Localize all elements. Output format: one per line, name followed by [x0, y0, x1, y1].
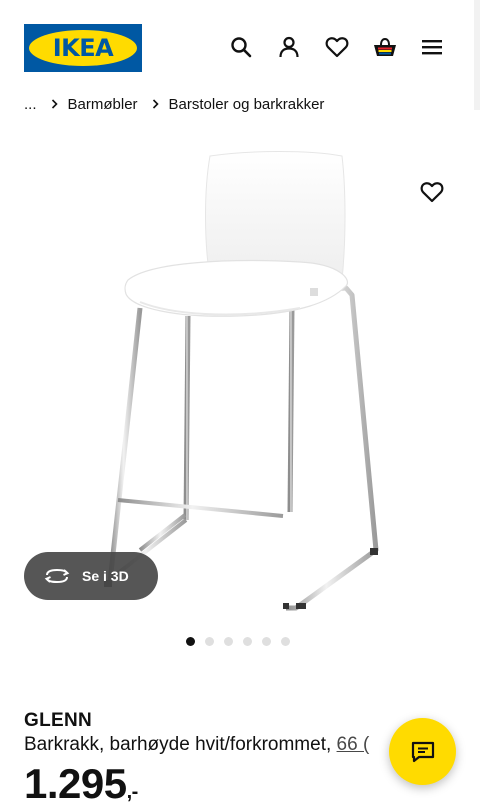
- gallery-pagination: [186, 637, 290, 646]
- gallery-dot[interactable]: [205, 637, 214, 646]
- heart-icon[interactable]: [320, 30, 354, 64]
- favourite-button[interactable]: [414, 174, 450, 210]
- breadcrumb-item-barstoler[interactable]: Barstoler og barkrakker: [169, 96, 325, 113]
- product-image[interactable]: [0, 130, 480, 620]
- gallery-dot[interactable]: [243, 637, 252, 646]
- chevron-right-icon: [152, 99, 159, 109]
- product-description-text: Barkrakk, barhøyde hvit/forkrommet,: [24, 734, 337, 755]
- gallery-dot[interactable]: [262, 637, 271, 646]
- breadcrumb-item-barmobler[interactable]: Barmøbler: [68, 96, 138, 113]
- search-icon[interactable]: [224, 30, 258, 64]
- breadcrumb-ellipsis[interactable]: ...: [24, 96, 37, 113]
- gallery-dot[interactable]: [186, 637, 195, 646]
- reviews-link[interactable]: 66 (: [337, 734, 370, 755]
- product-description: Barkrakk, barhøyde hvit/forkrommet, 66 (: [24, 734, 369, 756]
- header: IKEA: [0, 0, 480, 95]
- chevron-right-icon: [51, 99, 58, 109]
- breadcrumb: ... Barmøbler Barstoler og barkrakker: [24, 93, 324, 115]
- chat-icon: [411, 741, 434, 762]
- gallery-dot[interactable]: [281, 637, 290, 646]
- view-in-3d-label: Se i 3D: [82, 568, 129, 584]
- logo-text: IKEA: [52, 34, 114, 62]
- product-name: GLENN: [24, 710, 92, 731]
- price-suffix: ,-: [126, 781, 139, 803]
- cart-icon[interactable]: [368, 30, 402, 64]
- price-value: 1.295: [24, 760, 127, 805]
- rotate-3d-icon: [44, 568, 70, 584]
- bar-stool-image: [104, 151, 379, 611]
- ikea-logo[interactable]: IKEA: [24, 24, 142, 72]
- view-in-3d-button[interactable]: Se i 3D: [24, 552, 158, 600]
- gallery-dot[interactable]: [224, 637, 233, 646]
- scrollbar-track[interactable]: [474, 0, 480, 110]
- heart-icon: [420, 182, 444, 203]
- chat-button[interactable]: [389, 718, 456, 785]
- logo-oval: IKEA: [29, 30, 137, 66]
- menu-icon[interactable]: [415, 30, 449, 64]
- product-price: 1.295,-: [24, 760, 138, 805]
- user-icon[interactable]: [272, 30, 306, 64]
